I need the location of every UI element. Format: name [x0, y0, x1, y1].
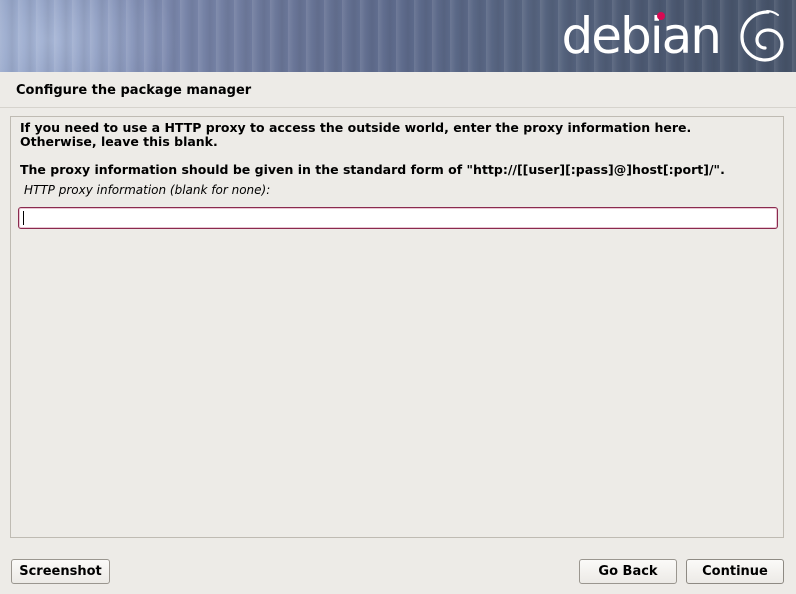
- continue-button[interactable]: Continue: [686, 559, 784, 584]
- intro-text: If you need to use a HTTP proxy to acces…: [20, 120, 692, 149]
- format-hint-text: The proxy information should be given in…: [20, 162, 725, 177]
- screenshot-button[interactable]: Screenshot: [11, 559, 110, 584]
- page-title: Configure the package manager: [16, 83, 252, 98]
- title-divider: [0, 107, 796, 108]
- text-cursor: [23, 211, 24, 225]
- proxy-field-label: HTTP proxy information (blank for none):: [24, 183, 271, 197]
- brand-dot: [657, 12, 665, 20]
- header-banner: debian: [0, 0, 796, 72]
- debian-swirl-icon: [740, 10, 784, 62]
- go-back-button[interactable]: Go Back: [579, 559, 677, 584]
- proxy-input[interactable]: [18, 207, 778, 229]
- content-panel: [10, 116, 784, 538]
- brand-wordmark: debian: [561, 7, 722, 65]
